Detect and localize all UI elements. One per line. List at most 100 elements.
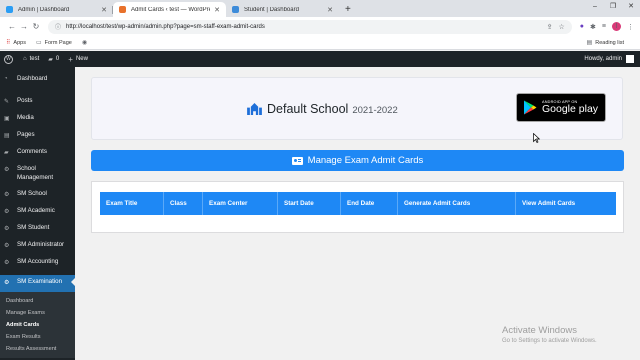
- column-class[interactable]: Class: [164, 192, 203, 215]
- plus-icon: +: [68, 54, 73, 64]
- column-generate-admit-cards[interactable]: Generate Admit Cards: [398, 192, 516, 215]
- sidebar-item-pages[interactable]: ▤ Pages: [0, 131, 75, 148]
- id-card-icon: [291, 156, 303, 165]
- sidebar-item-label: Dashboard: [17, 75, 48, 82]
- sidebar-item-sm-examination[interactable]: ⚙ SM Examination: [0, 275, 75, 292]
- apps-grid-icon: ⠿: [6, 40, 11, 46]
- window-close-icon[interactable]: ✕: [622, 0, 640, 14]
- column-exam-title[interactable]: Exam Title: [100, 192, 164, 215]
- sidebar-item-media[interactable]: ▣ Media: [0, 114, 75, 131]
- browser-tab-admin-dashboard[interactable]: Admin | Dashboard ✕: [0, 2, 113, 17]
- gear-icon: ⚙: [4, 280, 10, 286]
- gear-icon: ⚙: [4, 260, 10, 266]
- sidebar-item-label: Pages: [17, 131, 35, 138]
- sidebar-item-school-management[interactable]: ⚙ School Management: [0, 165, 75, 190]
- gear-icon: ⚙: [4, 192, 10, 198]
- session-year: 2021-2022: [352, 105, 398, 116]
- sidebar-item-sm-accounting[interactable]: ⚙ SM Accounting: [0, 258, 75, 275]
- account-menu[interactable]: Howdy, admin: [584, 55, 634, 63]
- table-header-row: Exam Title Class Exam Center Start Date …: [100, 192, 616, 215]
- sidebar-item-sm-academic[interactable]: ⚙ SM Academic: [0, 207, 75, 224]
- examination-submenu: Dashboard Manage Exams Admit Cards Exam …: [0, 292, 75, 358]
- comment-bubble-icon: ▰: [48, 56, 53, 63]
- bookmark-label: Apps: [13, 39, 26, 46]
- address-url[interactable]: http://localhost/test/wp-admin/admin.php…: [66, 24, 541, 30]
- column-exam-center[interactable]: Exam Center: [203, 192, 278, 215]
- submenu-exam-results[interactable]: Exam Results: [0, 331, 75, 343]
- site-name: test: [29, 56, 40, 62]
- sidebar-item-label: SM Academic: [17, 207, 55, 214]
- column-view-admit-cards[interactable]: View Admit Cards: [516, 192, 616, 215]
- admit-cards-table-card: Exam Title Class Exam Center Start Date …: [91, 181, 624, 233]
- sidebar-item-sm-student[interactable]: ⚙ SM Student: [0, 224, 75, 241]
- submenu-manage-exams[interactable]: Manage Exams: [0, 307, 75, 319]
- sidebar-item-comments[interactable]: ▰ Comments: [0, 148, 75, 165]
- submenu-results-assessment[interactable]: Results Assessment: [0, 343, 75, 355]
- browser-toolbar: ← → ↻ ⓘ http://localhost/test/wp-admin/a…: [0, 17, 640, 36]
- menu-dots-icon[interactable]: ⋮: [627, 23, 634, 31]
- bookmark-star-icon[interactable]: ☆: [559, 23, 565, 31]
- windows-activation-watermark: Activate Windows Go to Settings to activ…: [502, 325, 597, 344]
- close-icon[interactable]: ✕: [327, 6, 333, 14]
- tab-title: Admit Cards ‹ test — WordPress: [131, 6, 211, 13]
- new-label: New: [75, 56, 88, 62]
- sidebar-item-posts[interactable]: ✎ Posts: [0, 97, 75, 114]
- home-icon: ⌂: [23, 56, 27, 62]
- wordpress-logo-icon[interactable]: W: [4, 54, 13, 64]
- sidebar-item-label: SM Examination: [17, 278, 63, 285]
- back-icon[interactable]: ←: [6, 22, 18, 31]
- forward-icon[interactable]: →: [18, 22, 30, 31]
- sidebar-item-dashboard[interactable]: ◔ Dashboard: [0, 75, 75, 97]
- maximize-icon[interactable]: ❐: [604, 0, 622, 14]
- school-building-icon: [247, 103, 262, 115]
- gear-icon: ⚙: [4, 209, 10, 215]
- extension-icon[interactable]: ●: [580, 23, 584, 30]
- comments-link[interactable]: ▰ 0: [48, 56, 59, 63]
- badge-big-text: Google play: [542, 103, 599, 115]
- admin-sidebar: ◔ Dashboard ✎ Posts ▣ Media ▤ Pages ▰ Co…: [0, 67, 75, 360]
- page-icon: ▭: [35, 40, 42, 46]
- google-play-badge[interactable]: ANDROID APP ON Google play: [516, 93, 606, 122]
- page-title-bar: Manage Exam Admit Cards: [91, 150, 624, 171]
- tab-favicon-icon: [119, 6, 126, 13]
- profile-avatar[interactable]: I: [612, 22, 621, 31]
- bookmark-label: Form Page: [44, 39, 72, 46]
- bookmark-form-page[interactable]: ▭ Form Page: [35, 39, 72, 47]
- reload-icon[interactable]: ↻: [30, 22, 42, 31]
- reading-list-label: Reading list: [595, 39, 624, 46]
- info-icon[interactable]: ⓘ: [55, 22, 61, 31]
- submenu-admit-cards[interactable]: Admit Cards: [0, 319, 75, 331]
- browser-tab-student-dashboard[interactable]: Student | Dashboard ✕: [226, 2, 339, 17]
- new-tab-button[interactable]: +: [345, 2, 351, 17]
- main-content: Default School 2021-2022 ANDROID APP ON …: [75, 67, 640, 360]
- column-end-date[interactable]: End Date: [341, 192, 398, 215]
- new-content-link[interactable]: + New: [68, 55, 88, 64]
- share-icon[interactable]: ⇪: [547, 23, 553, 31]
- puzzle-icon[interactable]: ✱: [590, 23, 596, 31]
- address-bar[interactable]: ⓘ http://localhost/test/wp-admin/admin.p…: [48, 19, 572, 34]
- extensions-area: ● ✱ ≡ I ⋮: [580, 22, 634, 31]
- site-name-link[interactable]: ⌂ test: [23, 56, 39, 62]
- reading-list-button[interactable]: ▤ Reading list: [587, 39, 624, 47]
- tab-favicon-icon: [6, 6, 13, 13]
- bookmark-apps[interactable]: ⠿ Apps: [6, 39, 26, 47]
- sidebar-item-label: SM Accounting: [17, 258, 59, 265]
- comments-icon: ▰: [4, 150, 9, 156]
- column-start-date[interactable]: Start Date: [278, 192, 341, 215]
- close-icon[interactable]: ✕: [101, 6, 107, 14]
- sidebar-item-sm-school[interactable]: ⚙ SM School: [0, 190, 75, 207]
- window-controls: – ❐ ✕: [586, 0, 640, 14]
- close-icon[interactable]: ✕: [214, 6, 220, 14]
- watermark-subtitle: Go to Settings to activate Windows.: [502, 338, 597, 344]
- browser-tab-admit-cards[interactable]: Admit Cards ‹ test — WordPress ✕: [113, 2, 226, 17]
- howdy-text: Howdy, admin: [584, 56, 622, 62]
- minimize-icon[interactable]: –: [586, 0, 604, 14]
- globe-icon: ◉: [81, 40, 88, 46]
- bookmark-globe[interactable]: ◉: [82, 39, 90, 46]
- submenu-dashboard[interactable]: Dashboard: [0, 295, 75, 307]
- media-control-icon[interactable]: ≡: [602, 23, 606, 30]
- sidebar-item-sm-administrator[interactable]: ⚙ SM Administrator: [0, 241, 75, 258]
- sidebar-item-label: SM Student: [17, 224, 50, 231]
- dashboard-icon: ◔: [4, 76, 8, 82]
- page-title: Manage Exam Admit Cards: [307, 155, 424, 166]
